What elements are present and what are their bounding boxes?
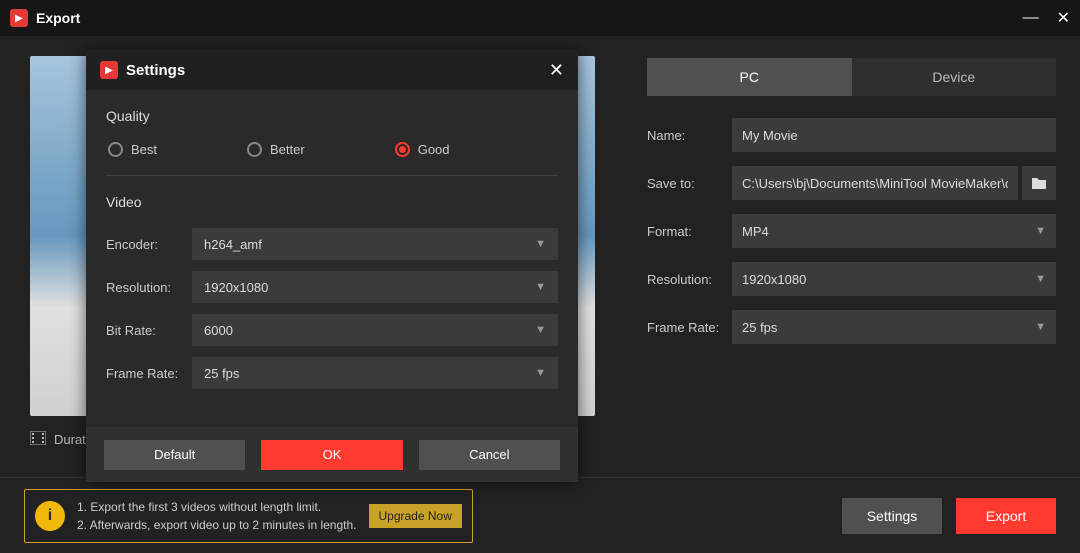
chevron-down-icon: ▼	[535, 238, 546, 250]
default-button[interactable]: Default	[104, 440, 245, 470]
save-to-input-wrapper	[732, 166, 1018, 200]
bottom-buttons: Settings Export	[842, 498, 1056, 534]
row-framerate: Frame Rate: 25 fps ▼	[647, 310, 1056, 344]
export-button[interactable]: Export	[956, 498, 1056, 534]
promo-line-1: 1. Export the first 3 videos without len…	[77, 498, 357, 516]
radio-icon	[395, 142, 410, 157]
chevron-down-icon: ▼	[535, 324, 546, 336]
settings-modal: ▶ Settings ✕ Quality Best Better Good	[86, 50, 578, 482]
resolution-value-modal: 1920x1080	[204, 280, 268, 295]
modal-close-button[interactable]: ✕	[549, 60, 564, 81]
modal-header: ▶ Settings ✕	[86, 50, 578, 90]
output-tabs: PC Device	[647, 58, 1056, 96]
resolution-select[interactable]: 1920x1080 ▼	[732, 262, 1056, 296]
radio-label-best: Best	[131, 142, 157, 157]
modal-title: Settings	[126, 62, 185, 79]
tab-pc[interactable]: PC	[647, 58, 852, 96]
encoder-label: Encoder:	[106, 237, 192, 252]
quality-heading: Quality	[106, 108, 558, 124]
duration-label: Durat	[54, 432, 86, 447]
promo-line-2: 2. Afterwards, export video up to 2 minu…	[77, 516, 357, 534]
radio-label-better: Better	[270, 142, 305, 157]
name-input[interactable]	[742, 128, 1046, 143]
resolution-label-modal: Resolution:	[106, 280, 192, 295]
row-resolution-modal: Resolution: 1920x1080 ▼	[106, 271, 558, 303]
row-format: Format: MP4 ▼	[647, 214, 1056, 248]
row-bitrate: Bit Rate: 6000 ▼	[106, 314, 558, 346]
right-panel: PC Device Name: Save to: Format:	[625, 36, 1080, 477]
framerate-label-modal: Frame Rate:	[106, 366, 192, 381]
name-label: Name:	[647, 128, 732, 143]
modal-footer: Default OK Cancel	[86, 427, 578, 482]
chevron-down-icon: ▼	[1035, 225, 1046, 237]
row-resolution: Resolution: 1920x1080 ▼	[647, 262, 1056, 296]
radio-icon	[108, 142, 123, 157]
chevron-down-icon: ▼	[1035, 273, 1046, 285]
radio-icon	[247, 142, 262, 157]
cancel-button[interactable]: Cancel	[419, 440, 560, 470]
folder-icon	[1031, 176, 1047, 190]
format-value: MP4	[742, 224, 769, 239]
titlebar: ▶ Export — ✕	[0, 0, 1080, 36]
chevron-down-icon: ▼	[535, 281, 546, 293]
quality-radio-group: Best Better Good	[106, 142, 558, 157]
divider	[106, 175, 558, 176]
window-title: Export	[36, 10, 80, 26]
framerate-select[interactable]: 25 fps ▼	[732, 310, 1056, 344]
export-window: ▶ Export — ✕ Durat PC Device Name:	[0, 0, 1080, 553]
video-heading: Video	[106, 194, 558, 210]
radio-better[interactable]: Better	[247, 142, 305, 157]
bitrate-value: 6000	[204, 323, 233, 338]
ok-button[interactable]: OK	[261, 440, 402, 470]
chevron-down-icon: ▼	[1035, 321, 1046, 333]
upgrade-button[interactable]: Upgrade Now	[369, 504, 462, 528]
info-icon: i	[35, 501, 65, 531]
row-encoder: Encoder: h264_amf ▼	[106, 228, 558, 260]
radio-good[interactable]: Good	[395, 142, 450, 157]
resolution-value: 1920x1080	[742, 272, 806, 287]
format-label: Format:	[647, 224, 732, 239]
app-icon: ▶	[10, 9, 28, 27]
name-input-wrapper[interactable]	[732, 118, 1056, 152]
framerate-value-modal: 25 fps	[204, 366, 239, 381]
promo-text: 1. Export the first 3 videos without len…	[77, 498, 357, 534]
encoder-select[interactable]: h264_amf ▼	[192, 228, 558, 260]
resolution-select-modal[interactable]: 1920x1080 ▼	[192, 271, 558, 303]
minimize-button[interactable]: —	[1023, 9, 1039, 27]
app-icon: ▶	[100, 61, 118, 79]
framerate-label: Frame Rate:	[647, 320, 732, 335]
close-button[interactable]: ✕	[1057, 8, 1070, 28]
film-icon	[30, 431, 46, 448]
framerate-select-modal[interactable]: 25 fps ▼	[192, 357, 558, 389]
save-to-input[interactable]	[742, 176, 1008, 191]
row-save-to: Save to:	[647, 166, 1056, 200]
chevron-down-icon: ▼	[535, 367, 546, 379]
format-select[interactable]: MP4 ▼	[732, 214, 1056, 248]
tab-device[interactable]: Device	[852, 58, 1057, 96]
radio-best[interactable]: Best	[108, 142, 157, 157]
bottom-bar: i 1. Export the first 3 videos without l…	[0, 477, 1080, 553]
window-controls: — ✕	[1023, 8, 1070, 28]
framerate-value: 25 fps	[742, 320, 777, 335]
row-framerate-modal: Frame Rate: 25 fps ▼	[106, 357, 558, 389]
save-to-label: Save to:	[647, 176, 732, 191]
radio-label-good: Good	[418, 142, 450, 157]
modal-body: Quality Best Better Good Video Encoder:	[86, 90, 578, 418]
encoder-value: h264_amf	[204, 237, 262, 252]
promo-box: i 1. Export the first 3 videos without l…	[24, 489, 473, 543]
resolution-label: Resolution:	[647, 272, 732, 287]
settings-button[interactable]: Settings	[842, 498, 942, 534]
bitrate-select[interactable]: 6000 ▼	[192, 314, 558, 346]
browse-button[interactable]	[1022, 166, 1056, 200]
row-name: Name:	[647, 118, 1056, 152]
titlebar-left: ▶ Export	[10, 9, 80, 27]
bitrate-label: Bit Rate:	[106, 323, 192, 338]
